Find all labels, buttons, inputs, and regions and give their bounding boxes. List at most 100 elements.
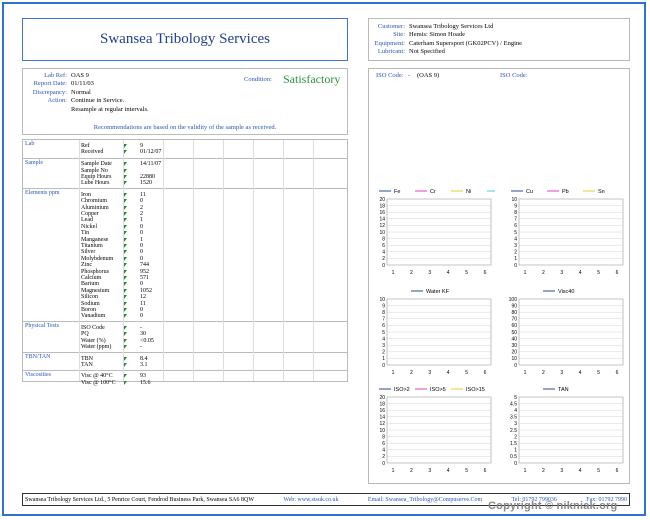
y-tick-label: 2 — [382, 454, 385, 460]
table-row: Lube Hours 1520 — [23, 180, 347, 186]
y-tick-label: 4 — [382, 250, 385, 256]
comment-marker-icon — [124, 192, 127, 197]
footer-web-link[interactable]: Web: www.stsuk.co.uk — [283, 497, 338, 503]
table-section: Elements ppm Iron 11 Chromium 0 Aluminium 2 Cop… — [23, 188, 347, 322]
row-name: TAN — [81, 361, 93, 368]
x-tick-label: 3 — [560, 468, 563, 474]
iso-code-extra-1: (OAS 9) — [417, 72, 440, 79]
legend-label: TAN — [558, 387, 569, 393]
y-tick-label: 7 — [514, 217, 517, 223]
table-row: Visc @ 100°C 15.6 — [23, 380, 347, 386]
action-row-2: Resample at regular intervals. — [23, 106, 347, 114]
table-section: Viscosities Visc @ 40°C 93 Visc @ 100°C 15.6 — [23, 369, 347, 389]
report-date-label: Report Date: — [33, 80, 67, 88]
comment-marker-icon — [124, 374, 127, 379]
y-tick-label: 18 — [379, 401, 385, 407]
legend-label: ISO>2 — [394, 387, 410, 393]
customer-value: Swansea Tribology Services Ltd — [409, 23, 494, 30]
comment-marker-icon — [124, 205, 127, 210]
y-tick-label: 18 — [379, 203, 385, 209]
row-name: Lube Hours — [81, 180, 110, 187]
watermark: Copyright © nikniak.org — [488, 500, 618, 512]
y-tick-label: 3 — [382, 343, 385, 349]
y-tick-label: 40 — [511, 336, 517, 342]
row-name: Water (ppm) — [81, 344, 112, 351]
comment-marker-icon — [124, 325, 127, 330]
table-section: Lab Ref 9 Received 01/12/07 — [23, 140, 347, 158]
x-tick-label: 1 — [392, 370, 395, 376]
discrepancy-row: Discrepancy: Normal — [23, 89, 347, 97]
legend-label: Visc40 — [558, 289, 574, 295]
y-tick-label: 10 — [511, 197, 517, 203]
comment-marker-icon — [124, 345, 127, 350]
legend-label: ISO>15 — [466, 387, 485, 393]
trend-chart: Visc40 0 10 20 30 40 50 60 70 80 90 100 1 2 3 4 5 6 — [503, 287, 627, 385]
x-tick-label: 6 — [484, 270, 487, 276]
y-tick-label: 4 — [382, 448, 385, 454]
y-tick-label: 3.5 — [510, 415, 517, 421]
x-tick-label: 3 — [428, 270, 431, 276]
trend-chart: Water KF 0 1 2 3 4 5 6 7 8 9 10 1 2 3 4 5 6 — [371, 287, 495, 385]
comment-marker-icon — [124, 162, 127, 167]
column-divider — [253, 140, 254, 381]
footer-email-link[interactable]: Email: Swansea_Tribology@Compuserve.Com — [368, 497, 482, 503]
column-divider — [223, 140, 224, 381]
y-tick-label: 5 — [514, 230, 517, 236]
y-tick-label: 0 — [382, 263, 385, 269]
y-tick-label: 8 — [514, 210, 517, 216]
column-divider — [163, 140, 164, 381]
y-tick-label: 50 — [511, 330, 517, 336]
y-tick-label: 20 — [511, 350, 517, 356]
comment-marker-icon — [124, 181, 127, 186]
legend-label: Cr — [430, 189, 436, 195]
y-tick-label: 6 — [382, 323, 385, 329]
x-tick-label: 5 — [465, 270, 468, 276]
x-tick-label: 5 — [597, 370, 600, 376]
y-tick-label: 12 — [379, 421, 385, 427]
y-tick-label: 30 — [511, 343, 517, 349]
x-tick-label: 6 — [484, 370, 487, 376]
x-tick-label: 4 — [579, 370, 582, 376]
legend-label: ISO>5 — [430, 387, 446, 393]
y-tick-label: 20 — [379, 197, 385, 203]
y-tick-label: 1 — [514, 256, 517, 262]
y-tick-label: 4.5 — [510, 401, 517, 407]
x-tick-label: 2 — [542, 270, 545, 276]
comment-marker-icon — [124, 282, 127, 287]
row-value: 15.6 — [140, 379, 151, 386]
x-tick-label: 4 — [447, 468, 450, 474]
y-tick-label: 14 — [379, 415, 385, 421]
y-tick-label: 100 — [509, 297, 518, 303]
x-tick-label: 3 — [560, 370, 563, 376]
action-label-2 — [23, 106, 71, 114]
trend-charts-panel: ISO Code: - (OAS 9) ISO Code: FeCrNiSi02… — [368, 68, 630, 484]
comment-marker-icon — [124, 356, 127, 361]
comment-marker-icon — [124, 332, 127, 337]
y-tick-label: 10 — [379, 230, 385, 236]
equipment-value: Caterham Supersport (GK02PCV) / Engine — [409, 39, 523, 47]
x-tick-label: 1 — [392, 468, 395, 474]
site-label: Site: — [393, 31, 405, 39]
action-value-2: Resample at regular intervals. — [71, 105, 149, 113]
x-tick-label: 5 — [465, 370, 468, 376]
y-tick-label: 14 — [379, 217, 385, 223]
y-tick-label: 3 — [514, 421, 517, 427]
y-tick-label: 0.5 — [510, 454, 517, 460]
y-tick-label: 20 — [379, 395, 385, 401]
legend-label: Sn — [598, 189, 605, 195]
y-tick-label: 9 — [382, 303, 385, 309]
site-value: Hemis: Simon Hoade — [409, 31, 465, 39]
page-title: Swansea Tribology Services — [100, 31, 270, 47]
table-section: TBN/TAN TBN 8.4 TAN 3.1 — [23, 352, 347, 371]
lab-ref-value: OAS 9 — [71, 72, 89, 79]
chart-svg: ISO>2 ISO>5 ISO>15024681012141618201 2 3 4 5 6 — [379, 387, 492, 474]
action-label: Action: — [47, 97, 68, 105]
legend-label: Pb — [562, 189, 569, 195]
report-info-box: Lab Ref: OAS 9 Report Date: 01/11/03 Discr… — [22, 68, 348, 135]
x-tick-label: 4 — [579, 468, 582, 474]
column-divider — [79, 140, 80, 381]
x-tick-label: 5 — [465, 468, 468, 474]
y-tick-label: 3 — [514, 243, 517, 249]
y-tick-label: 4 — [514, 408, 517, 414]
trend-chart: Cu Pb Sn 0 1 2 3 4 5 6 7 8 9 10 1 2 3 4 5 6 — [503, 187, 627, 285]
